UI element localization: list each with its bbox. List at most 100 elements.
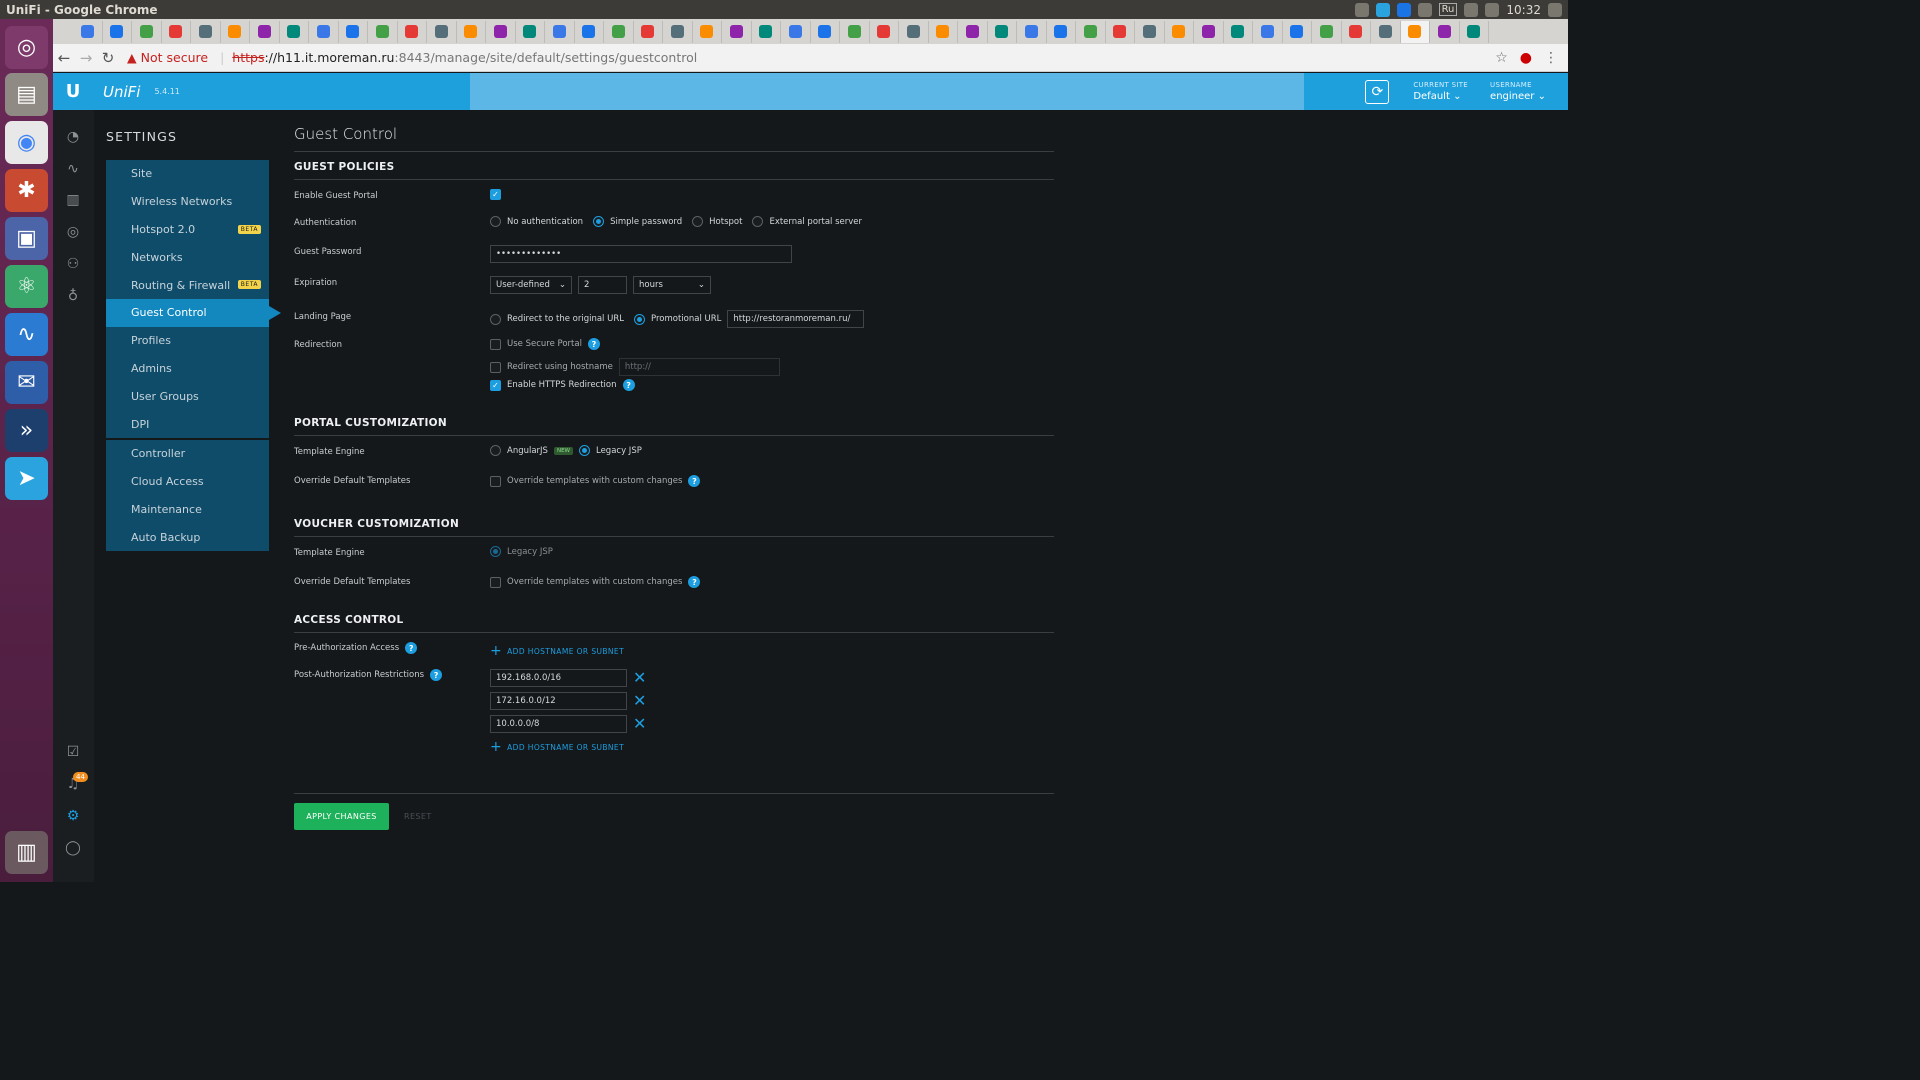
bookmark-star-icon[interactable]: ☆: [1495, 50, 1508, 66]
browser-tab[interactable]: [250, 20, 280, 43]
sidebar-item-wireless-networks[interactable]: Wireless Networks: [106, 188, 269, 216]
voucher-override-checkbox[interactable]: [490, 576, 501, 588]
sidebar-item-routing-firewall[interactable]: Routing & Firewall BETA: [106, 271, 269, 299]
browser-tab[interactable]: [781, 20, 811, 43]
browser-tab[interactable]: [811, 20, 840, 43]
reset-button[interactable]: RESET: [404, 812, 432, 821]
sidebar-item-networks[interactable]: Networks: [106, 243, 269, 271]
sidebar-item-admins[interactable]: Admins: [106, 355, 269, 383]
sidebar-item-cloud-access[interactable]: Cloud Access: [106, 468, 269, 496]
ubiquiti-logo-icon[interactable]: U: [53, 73, 93, 110]
post-auth-add-link[interactable]: + ADD HOSTNAME OR SUBNET: [490, 739, 624, 755]
browser-tab[interactable]: [1400, 20, 1430, 43]
remove-subnet-icon[interactable]: ✕: [633, 693, 646, 709]
sidebar-item-controller[interactable]: Controller: [106, 440, 269, 468]
browser-tab[interactable]: [1076, 20, 1106, 43]
settings-icon[interactable]: ✱: [5, 169, 48, 212]
auth-external-radio[interactable]: [752, 216, 764, 227]
devices-icon[interactable]: ◎: [64, 223, 82, 241]
apply-changes-button[interactable]: APPLY CHANGES: [294, 803, 389, 830]
browser-tab[interactable]: [516, 20, 545, 43]
browser-tab[interactable]: [1224, 20, 1253, 43]
insights-icon[interactable]: ♁: [64, 287, 82, 305]
user-menu[interactable]: USERNAME engineer ⌄: [1490, 81, 1546, 102]
remove-subnet-icon[interactable]: ✕: [633, 670, 646, 686]
alerts-icon[interactable]: ☑: [64, 743, 82, 761]
sidebar-item-dpi[interactable]: DPI: [106, 410, 269, 438]
redirect-hostname-checkbox[interactable]: [490, 361, 501, 373]
current-site-selector[interactable]: CURRENT SITE Default ⌄: [1413, 81, 1468, 102]
files-icon[interactable]: ▤: [5, 73, 48, 116]
secure-portal-checkbox[interactable]: [490, 338, 501, 350]
browser-tab[interactable]: [899, 20, 929, 43]
browser-tab[interactable]: [722, 20, 752, 43]
sidebar-item-profiles[interactable]: Profiles: [106, 327, 269, 355]
browser-tab[interactable]: [752, 20, 781, 43]
browser-tab[interactable]: [1253, 20, 1283, 43]
browser-tab[interactable]: [1312, 20, 1342, 43]
browser-tab[interactable]: [1371, 20, 1401, 43]
statistics-icon[interactable]: ∿: [64, 160, 82, 178]
browser-tab[interactable]: [604, 20, 634, 43]
sidebar-item-guest-control[interactable]: Guest Control: [106, 298, 281, 327]
atom-icon[interactable]: ⚛: [5, 265, 48, 308]
menu-icon[interactable]: ⋮: [1544, 50, 1558, 66]
post-auth-subnet-input[interactable]: 10.0.0.0/8: [490, 715, 627, 733]
trash-icon[interactable]: ▥: [5, 831, 48, 874]
browser-tab[interactable]: [929, 20, 958, 43]
security-label[interactable]: Not secure: [141, 50, 208, 65]
remote-desktop-icon[interactable]: ▣: [5, 217, 48, 260]
voucher-legacy-jsp-radio[interactable]: [490, 546, 501, 557]
reload-icon[interactable]: ↻: [97, 49, 119, 67]
telegram-icon[interactable]: ➤: [5, 457, 48, 500]
https-redirect-checkbox[interactable]: ✓: [490, 379, 501, 391]
sidebar-item-hotspot-2-0[interactable]: Hotspot 2.0 BETA: [106, 216, 269, 244]
zeal-icon[interactable]: [1354, 2, 1369, 17]
auth-none-radio[interactable]: [490, 216, 501, 227]
mail-icon[interactable]: [1464, 2, 1479, 17]
browser-tab[interactable]: [634, 20, 663, 43]
post-auth-subnet-input[interactable]: 172.16.0.0/12: [490, 692, 627, 710]
browser-tab[interactable]: [840, 20, 870, 43]
teamviewer-icon[interactable]: [1396, 2, 1411, 17]
browser-tab[interactable]: [1460, 20, 1489, 43]
vpn-icon[interactable]: »: [5, 409, 48, 452]
forward-icon[interactable]: →: [75, 49, 97, 67]
browser-tab[interactable]: [103, 20, 132, 43]
sidebar-item-user-groups[interactable]: User Groups: [106, 382, 269, 410]
volume-icon[interactable]: [1485, 2, 1500, 17]
browser-tab[interactable]: [427, 20, 457, 43]
back-icon[interactable]: ←: [53, 49, 75, 67]
landing-promotional-radio[interactable]: [633, 313, 645, 325]
help-icon[interactable]: ?: [405, 642, 418, 654]
browser-tab[interactable]: [1194, 20, 1224, 43]
help-icon[interactable]: ?: [688, 475, 701, 487]
keyboard-layout[interactable]: Ru: [1438, 3, 1458, 16]
browser-tab[interactable]: [191, 20, 221, 43]
gear-icon[interactable]: [1548, 2, 1562, 17]
post-auth-subnet-input[interactable]: 192.168.0.0/16: [490, 669, 627, 687]
telegram-tray-icon[interactable]: [1375, 2, 1390, 17]
landing-original-radio[interactable]: [490, 313, 501, 325]
network-icon[interactable]: [1417, 2, 1432, 17]
clients-icon[interactable]: ⚇: [64, 255, 82, 273]
browser-tab[interactable]: [398, 20, 427, 43]
browser-tab[interactable]: [162, 20, 191, 43]
browser-tab[interactable]: [73, 20, 103, 43]
promotional-url-input[interactable]: http://restoranmoreman.ru/: [727, 310, 865, 328]
guest-password-input[interactable]: •••••••••••••: [490, 245, 792, 263]
auth-password-radio[interactable]: [593, 216, 605, 227]
sidebar-item-site[interactable]: Site: [106, 160, 269, 188]
portal-override-checkbox[interactable]: [490, 475, 501, 487]
browser-tab[interactable]: [1135, 20, 1165, 43]
browser-tab[interactable]: [1165, 20, 1194, 43]
enable-portal-checkbox[interactable]: ✓: [490, 189, 501, 200]
expiration-amount-input[interactable]: 2: [578, 276, 627, 294]
browser-tab[interactable]: [575, 20, 604, 43]
redirect-hostname-input[interactable]: http://: [618, 358, 780, 376]
remove-subnet-icon[interactable]: ✕: [633, 716, 646, 732]
help-icon[interactable]: ?: [430, 669, 443, 681]
browser-tab[interactable]: [1017, 20, 1047, 43]
browser-tab[interactable]: [1430, 20, 1460, 43]
clock[interactable]: 10:32: [1506, 3, 1541, 17]
